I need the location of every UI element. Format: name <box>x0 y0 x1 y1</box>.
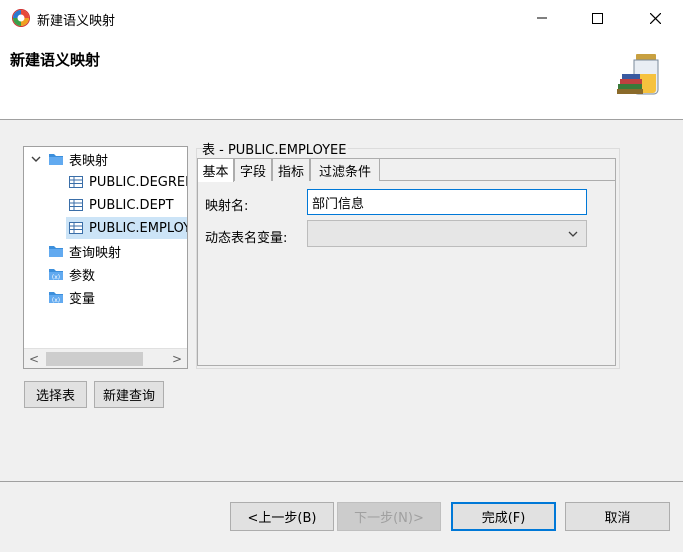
tree-node-label: 变量 <box>69 291 96 307</box>
tree-node-label: PUBLIC.DEPT <box>89 197 174 213</box>
tab-metrics[interactable]: 指标 <box>272 158 310 181</box>
dynamic-table-label: 动态表名变量: <box>205 231 288 246</box>
maximize-icon <box>591 12 603 24</box>
svg-text:(x): (x) <box>52 274 60 281</box>
window-title: 新建语义映射 <box>37 14 116 29</box>
tree-node-table-selected[interactable]: PUBLIC.EMPLOYEE <box>66 217 187 239</box>
folder-icon <box>49 154 63 165</box>
wizard-header: 新建语义映射 <box>0 36 683 120</box>
tree-node-label: 参数 <box>69 268 96 284</box>
database-wizard-icon <box>617 54 659 95</box>
maximize-button[interactable] <box>574 0 620 36</box>
new-query-button[interactable]: 新建查询 <box>94 381 164 408</box>
next-button[interactable]: 下一步(N)> <box>337 502 441 531</box>
tree-node-table-mapping[interactable]: 表映射 <box>48 148 108 170</box>
tree-node-variables[interactable]: (x) 变量 <box>48 286 95 308</box>
table-icon <box>69 199 83 211</box>
tab-basic[interactable]: 基本 <box>197 158 234 182</box>
select-table-button[interactable]: 选择表 <box>24 381 87 408</box>
footer-separator <box>0 481 683 482</box>
tab-strip-border <box>380 158 616 181</box>
scroll-right-button[interactable]: > <box>167 349 187 368</box>
close-icon <box>649 12 661 24</box>
back-button[interactable]: <上一步(B) <box>230 502 334 531</box>
tree-node-label: 表映射 <box>69 153 109 169</box>
cancel-button[interactable]: 取消 <box>565 502 670 531</box>
tree-node-label: 查询映射 <box>69 245 122 261</box>
mapping-name-input[interactable] <box>307 189 587 215</box>
tab-filters[interactable]: 过滤条件 <box>310 158 380 181</box>
tree-node-table[interactable]: PUBLIC.DEGREE <box>68 171 188 193</box>
chevron-down-icon <box>568 231 578 237</box>
tree-node-parameters[interactable]: (x) 参数 <box>48 263 95 285</box>
mapping-name-label: 映射名: <box>205 199 249 214</box>
folder-icon <box>49 246 63 257</box>
page-title: 新建语义映射 <box>10 51 101 69</box>
variable-folder-icon: (x) <box>49 269 63 281</box>
mapping-tree[interactable]: 表映射 PUBLIC.DEGREE PUBLIC.DEPT PUBLIC.EMP… <box>23 146 188 369</box>
close-button[interactable] <box>632 0 678 36</box>
minimize-button[interactable] <box>519 0 565 36</box>
app-logo-icon <box>12 9 30 27</box>
window-titlebar: 新建语义映射 <box>0 0 683 36</box>
tree-node-label: PUBLIC.DEGREE <box>89 174 188 190</box>
group-title: 表 - PUBLIC.EMPLOYEE <box>202 139 349 158</box>
tree-node-label: PUBLIC.EMPLOYEE <box>89 220 187 236</box>
tree-node-query-mapping[interactable]: 查询映射 <box>48 240 121 262</box>
horizontal-scrollbar[interactable]: < > <box>24 348 187 368</box>
finish-button[interactable]: 完成(F) <box>451 502 556 531</box>
dynamic-table-select[interactable] <box>307 220 587 247</box>
table-icon <box>69 176 83 188</box>
tree-node-table[interactable]: PUBLIC.DEPT <box>68 194 174 216</box>
tab-fields[interactable]: 字段 <box>234 158 272 181</box>
scroll-left-button[interactable]: < <box>24 349 44 368</box>
table-icon <box>69 222 83 234</box>
scrollbar-thumb[interactable] <box>46 352 143 366</box>
svg-text:(x): (x) <box>52 297 60 304</box>
chevron-down-icon[interactable] <box>30 153 42 165</box>
variable-folder-icon: (x) <box>49 292 63 304</box>
minimize-icon <box>537 17 547 19</box>
